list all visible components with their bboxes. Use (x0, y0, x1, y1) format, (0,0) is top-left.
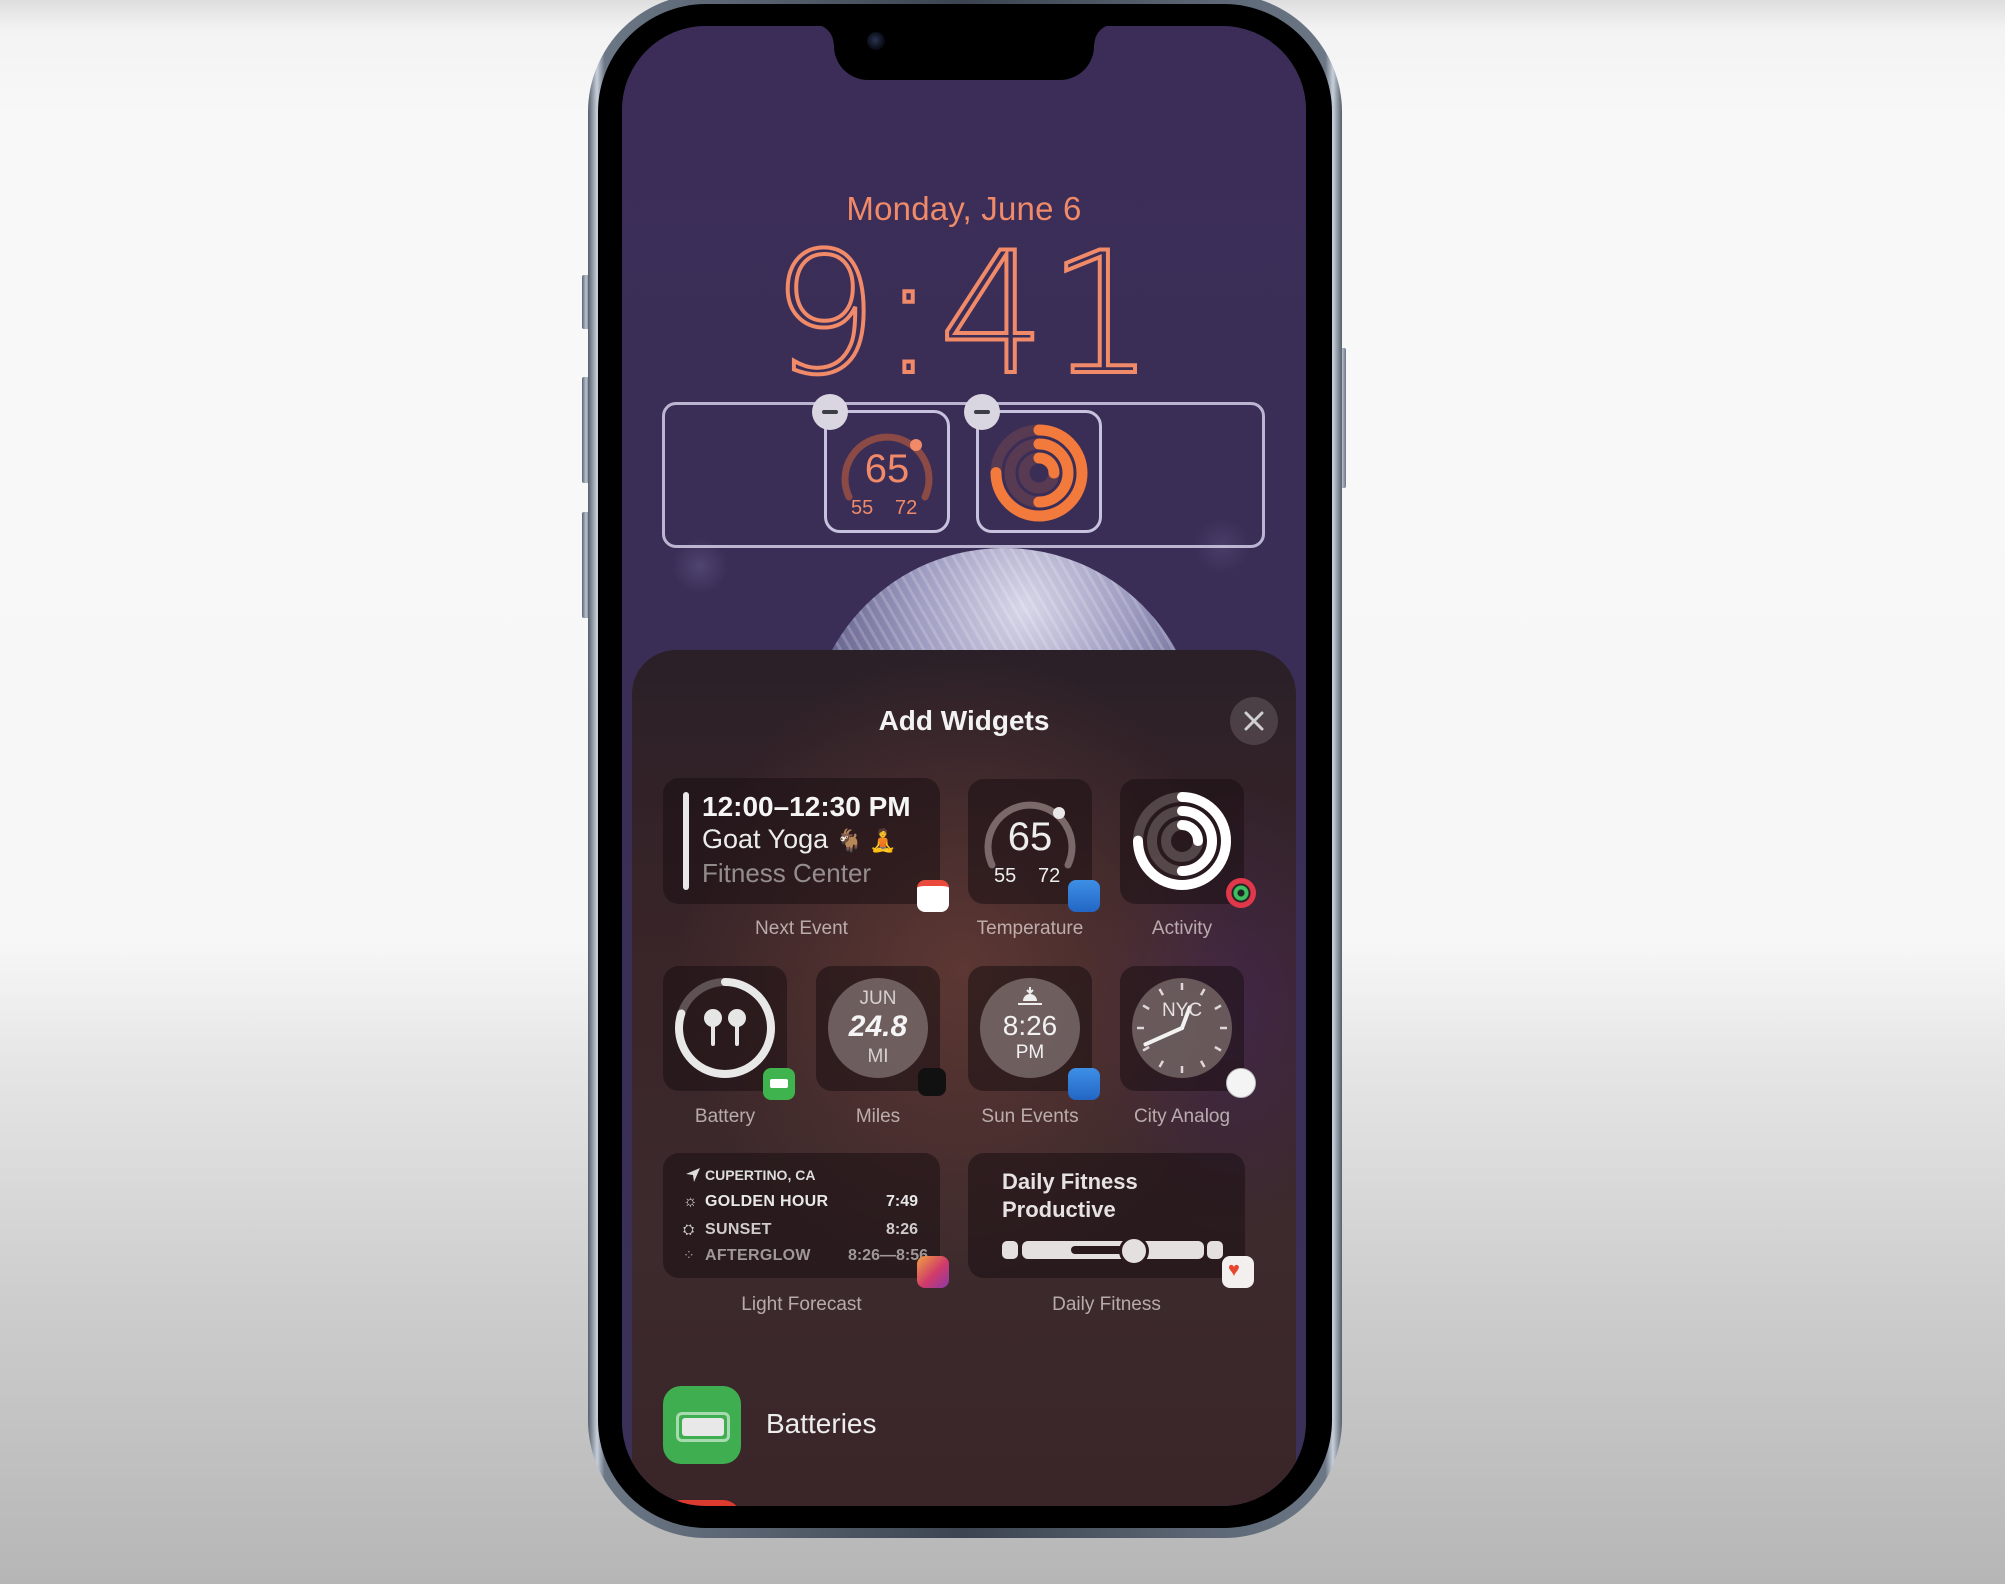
sun-event-ampm: PM (1015, 1042, 1045, 1063)
miles-unit: MI (867, 1046, 889, 1067)
lf-row-value: 8:26 (885, 1221, 918, 1238)
front-camera-icon (867, 32, 885, 50)
caption-miles: Miles (855, 1106, 901, 1127)
event-location: Fitness Center (702, 858, 872, 888)
remove-widget-button[interactable] (812, 394, 848, 430)
goat-yoga-emoji-icon: 🐐 🧘 (835, 828, 897, 853)
miles-month: JUN (859, 988, 897, 1009)
lf-row-value: 8:26—8:56 (847, 1247, 928, 1264)
notch (814, 26, 1114, 80)
widget-city-analog[interactable]: NYC (1120, 966, 1244, 1091)
lf-row-label: AFTERGLOW (705, 1247, 811, 1264)
app-name[interactable]: Batteries (766, 1408, 877, 1440)
df-line1: Daily Fitness (1002, 1169, 1138, 1194)
lock-temp-current: 65 (864, 447, 910, 491)
miles-value: 24.8 (848, 1010, 908, 1043)
event-color-bar (683, 792, 689, 890)
df-line2: Productive (1002, 1197, 1116, 1222)
weather-icon (1068, 880, 1100, 912)
airpods-icon (704, 1009, 746, 1046)
temp-current: 65 (1007, 815, 1053, 859)
temp-high: 72 (1038, 865, 1061, 887)
widget-daily-fitness[interactable]: Daily Fitness Productive (968, 1153, 1245, 1278)
lf-row-label: SUNSET (705, 1221, 772, 1238)
widget-light-forecast[interactable]: CUPERTINO, CA ☼ GOLDEN HOUR 7:49 ⛭ SUNSE… (663, 1153, 940, 1278)
caption-daily-fitness: Daily Fitness (1052, 1294, 1161, 1315)
caption-light-forecast: Light Forecast (741, 1294, 862, 1315)
phone-screen: Monday, June 6 9:41 65 55 72 Add Widgets… (622, 26, 1306, 1506)
calendar-app-icon[interactable] (663, 1500, 741, 1506)
df-segment-start (1002, 1241, 1018, 1259)
heart-app-icon: ♥ (1222, 1256, 1254, 1288)
caption-next-event: Next Event (755, 918, 848, 939)
temp-low: 55 (994, 865, 1017, 887)
close-button[interactable] (1230, 697, 1278, 745)
event-title: Goat Yoga 🐐 🧘 (702, 824, 897, 854)
sunset-icon: ⛭ (683, 1221, 695, 1237)
fitness-icon (1226, 878, 1256, 908)
df-segment-end (1207, 1241, 1223, 1259)
lock-temp-low: 55 (851, 497, 874, 519)
widget-next-event[interactable]: 12:00–12:30 PM Goat Yoga 🐐 🧘 Fitness Cen… (663, 778, 940, 904)
caption-battery: Battery (694, 1106, 756, 1127)
sheet-title: Add Widgets (878, 705, 1050, 736)
df-progress-knob (1119, 1236, 1150, 1266)
lock-temp-high: 72 (895, 497, 918, 519)
lock-widget-temperature[interactable]: 65 55 72 (824, 410, 950, 533)
golden-hour-icon: ☼ (683, 1193, 698, 1210)
lock-widget-area[interactable] (662, 402, 1265, 548)
lock-time[interactable]: 9:41 (622, 228, 1306, 400)
caption-city-analog: City Analog (1133, 1106, 1231, 1127)
widget-activity[interactable] (1120, 779, 1244, 904)
light-forecast-app-icon (917, 1256, 949, 1288)
batteries-icon (763, 1068, 795, 1100)
sun-event-time: 8:26 (1002, 1010, 1058, 1041)
activity-rings-icon (990, 424, 1088, 522)
remove-widget-button[interactable] (964, 394, 1000, 430)
calendar-icon (917, 880, 949, 912)
caption-temperature: Temperature (976, 918, 1084, 939)
afterglow-icon: ⁘ (683, 1247, 695, 1263)
analog-clock-icon (1132, 978, 1232, 1078)
clock-icon (1226, 1068, 1256, 1098)
nike-run-club-icon (918, 1068, 946, 1096)
close-icon (1244, 711, 1264, 731)
batteries-app-icon (676, 1412, 730, 1442)
lf-row-label: GOLDEN HOUR (705, 1193, 829, 1210)
caption-sun-events: Sun Events (981, 1106, 1079, 1127)
lock-widget-activity[interactable] (976, 410, 1102, 533)
event-time: 12:00–12:30 PM (702, 791, 911, 822)
lf-row-value: 7:49 (885, 1193, 918, 1210)
activity-rings-icon (1133, 792, 1231, 890)
caption-activity: Activity (1151, 918, 1213, 939)
lf-location: CUPERTINO, CA (705, 1167, 816, 1183)
clock-city: NYC (1161, 1000, 1203, 1021)
location-arrow-icon (686, 1168, 700, 1182)
add-widgets-sheet: Add Widgets 12:00–12:30 PM Goat Yoga 🐐 🧘… (632, 650, 1296, 1506)
app-row-batteries[interactable] (663, 1386, 741, 1464)
weather-icon (1068, 1068, 1100, 1100)
sunset-icon (1018, 987, 1042, 1005)
